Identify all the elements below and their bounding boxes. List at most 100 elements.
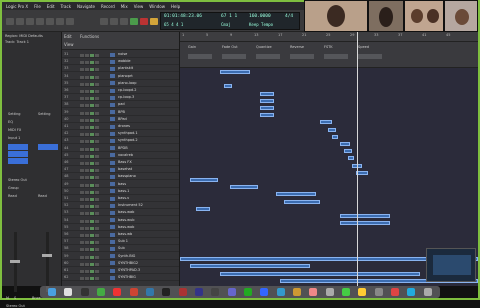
video-thumbnail-4[interactable] (444, 0, 478, 32)
region-parameter-field[interactable] (324, 54, 348, 59)
midi-region[interactable] (340, 214, 390, 218)
dock-app-icon[interactable] (211, 288, 220, 296)
region-parameter-field[interactable] (358, 54, 382, 59)
midi-region[interactable] (196, 206, 210, 211)
dock-app-icon[interactable] (227, 288, 236, 296)
track-row[interactable]: 45 vocalreb (62, 153, 179, 159)
track-row[interactable]: 36 cp-loopd.2 (62, 88, 179, 95)
track-row[interactable]: 41 drones (62, 124, 179, 131)
dock-app-icon[interactable] (64, 288, 73, 296)
menu-item[interactable]: File (34, 4, 41, 9)
dock-app-icon[interactable] (129, 288, 138, 296)
quick-help-button[interactable] (26, 18, 34, 25)
track-name[interactable]: piano-loop (118, 81, 137, 85)
midi-region[interactable] (220, 271, 420, 276)
fader-knob-right[interactable] (42, 254, 52, 257)
volume-fader-right[interactable] (46, 232, 49, 292)
region-parameter-label[interactable]: Quantize (256, 45, 272, 49)
region-parameter-label[interactable]: Reverse (290, 45, 304, 49)
track-buttons[interactable] (80, 276, 106, 281)
track-buttons[interactable] (80, 53, 106, 57)
edit-menu[interactable]: Edit (64, 34, 72, 39)
track-buttons[interactable] (80, 219, 106, 223)
record-button[interactable] (140, 18, 148, 25)
track-name[interactable]: bass.wab (118, 210, 134, 214)
track-row[interactable]: 32 wobble (62, 59, 179, 66)
dock-app-icon[interactable] (195, 288, 204, 296)
track-name[interactable]: BPad (118, 117, 127, 121)
track-row[interactable]: 57 Sub 1 (62, 239, 179, 246)
track-buttons[interactable] (80, 262, 106, 266)
dock-app-icon[interactable] (178, 288, 187, 296)
track-name[interactable]: Sub (118, 246, 125, 250)
track-buttons[interactable] (80, 240, 106, 245)
track-row[interactable]: 56 bass.wb (62, 232, 179, 239)
track-name[interactable]: Sub 1 (118, 239, 128, 243)
track-row[interactable]: 48 basspiano (62, 174, 179, 181)
track-name[interactable]: synthpad.1 (118, 131, 138, 135)
track-buttons[interactable] (80, 125, 106, 129)
automation-mode[interactable]: Read (8, 194, 17, 198)
dock-app-icon[interactable] (276, 288, 285, 296)
track-buttons[interactable] (80, 111, 106, 115)
rewind-button[interactable] (100, 18, 108, 25)
menu-item[interactable]: Track (61, 4, 71, 9)
toolbar-button[interactable] (36, 18, 44, 25)
track-buttons[interactable] (80, 154, 106, 158)
track-name[interactable]: cp-loopd.2 (118, 88, 136, 92)
midi-region[interactable] (230, 185, 258, 190)
track-buttons[interactable] (80, 204, 106, 209)
track-row[interactable]: 35 piano-loop (62, 81, 179, 87)
track-buttons[interactable] (80, 75, 106, 79)
track-row[interactable]: 31 noise (62, 52, 179, 59)
library-button[interactable] (6, 18, 14, 25)
track-row[interactable]: 54 bass.wub (62, 218, 179, 224)
setting-slot-2[interactable]: Setting (38, 112, 51, 116)
region-parameter-label[interactable]: Gain (188, 45, 196, 49)
region-parameter-label[interactable]: FSTK (324, 45, 333, 49)
track-name[interactable]: cp-loop.3 (118, 95, 134, 99)
track-row[interactable]: 53 bass.wab (62, 210, 179, 217)
track-name[interactable]: BPDB (118, 146, 128, 150)
track-row[interactable]: 50 bass.1 (62, 189, 179, 195)
track-name[interactable]: pad (118, 102, 125, 106)
track-row[interactable]: 47 basehat (62, 167, 179, 174)
playhead[interactable] (357, 32, 358, 286)
track-name[interactable]: synthpad.2 (118, 138, 138, 142)
track-name[interactable]: Synth.BIG (118, 254, 135, 258)
track-row[interactable]: 49 bass (62, 182, 179, 188)
track-name[interactable]: BPB (118, 110, 125, 114)
track-row[interactable]: 33 plantskit (62, 66, 179, 73)
track-name[interactable]: wobble (118, 59, 131, 63)
menu-item[interactable]: Navigate (77, 4, 95, 9)
bar-ruler[interactable]: 1 5 9 13 17 21 25 29 33 37 41 45 (180, 32, 478, 42)
region-parameter-field[interactable] (188, 54, 212, 59)
smart-controls-button[interactable] (46, 18, 54, 25)
functions-menu[interactable]: Functions (80, 34, 99, 39)
track-row[interactable]: 61 SYNTHPAD.3 (62, 268, 179, 275)
track-buttons[interactable] (80, 255, 106, 259)
midi-region[interactable] (190, 178, 218, 182)
track-row[interactable]: 55 bass.wob (62, 225, 179, 231)
track-row[interactable]: 38 pad (62, 102, 179, 109)
track-row[interactable]: 62 SYNTHBIG (62, 275, 179, 282)
track-row[interactable]: 52 Instrument 52 (62, 203, 179, 210)
track-row[interactable]: 44 BPDB (62, 146, 179, 152)
track-row[interactable]: 42 synthpad.1 (62, 131, 179, 138)
menu-item[interactable]: Logic Pro X (6, 4, 28, 9)
track-row[interactable]: 46 Bass FX (62, 160, 179, 167)
dock-app-icon[interactable] (309, 288, 318, 296)
fader-knob-left[interactable] (10, 260, 20, 263)
midi-region[interactable] (340, 221, 390, 226)
group-slot[interactable]: Group (8, 186, 19, 190)
track-buttons[interactable] (80, 67, 106, 72)
midi-region[interactable] (348, 156, 354, 161)
midi-region[interactable] (260, 91, 274, 96)
track-name[interactable]: bass.wb (118, 232, 132, 236)
track-name[interactable]: bass (118, 182, 126, 186)
track-buttons[interactable] (80, 211, 106, 216)
midi-fx-slot[interactable]: MIDI FX (8, 128, 21, 132)
inspector-region-label[interactable]: Region: MIDI Defaults (5, 34, 43, 38)
track-name[interactable]: Bass FX (118, 160, 132, 164)
track-buttons[interactable] (80, 175, 106, 180)
